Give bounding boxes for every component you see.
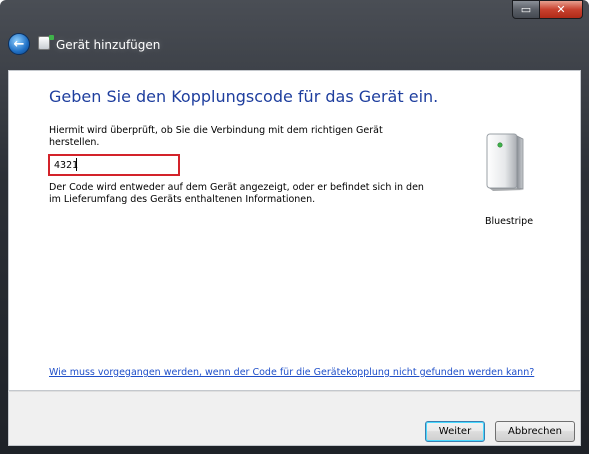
close-button[interactable]: ✕ (539, 0, 583, 19)
description-text: Hiermit wird überprüft, ob Sie die Verbi… (49, 125, 383, 148)
close-icon: ✕ (556, 3, 566, 16)
page-heading: Geben Sie den Kopplungscode für das Gerä… (49, 87, 439, 106)
text-caret (76, 158, 77, 171)
add-device-icon (38, 35, 54, 50)
title-bar: ▭ ✕ ← Gerät hinzufügen (0, 0, 589, 70)
window-title: Gerät hinzufügen (56, 38, 161, 52)
help-link[interactable]: Wie muss vorgegangen werden, wenn der Co… (49, 367, 534, 378)
cancel-button[interactable]: Abbrechen (495, 421, 575, 442)
hint-text: Der Code wird entweder auf dem Gerät ang… (49, 182, 424, 205)
pairing-code-input[interactable] (48, 154, 180, 176)
caption-buttons: ▭ ✕ (512, 0, 583, 20)
device-name: Bluestripe (484, 216, 534, 227)
minimize-icon: ▭ (520, 3, 532, 16)
device-icon (486, 133, 524, 191)
back-button[interactable]: ← (8, 33, 30, 55)
dialog-window: ▭ ✕ ← Gerät hinzufügen Geben Sie den Kop… (0, 0, 589, 454)
back-arrow-icon: ← (13, 36, 25, 52)
next-button[interactable]: Weiter (425, 421, 485, 442)
minimize-button[interactable]: ▭ (512, 0, 540, 19)
button-bar: Weiter Abbrechen (8, 391, 581, 446)
content-panel: Geben Sie den Kopplungscode für das Gerä… (8, 70, 581, 391)
